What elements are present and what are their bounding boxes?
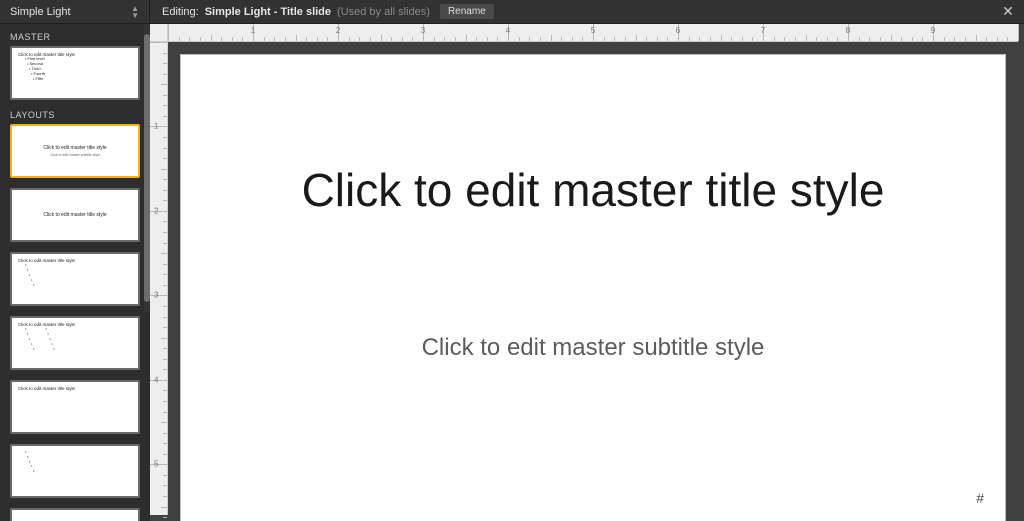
master-editor-topbar: Simple Light ▲▼ Editing: Simple Light - … (0, 0, 1024, 24)
ruler-h-number: 7 (761, 26, 765, 35)
thumb-levels: ••••• (42, 327, 54, 351)
ruler-horizontal[interactable]: 1 2 3 4 5 6 7 8 9 (168, 24, 1018, 42)
ruler-h-number: 5 (591, 26, 595, 35)
layouts-panel[interactable]: MASTER Click to edit master title style … (0, 24, 150, 521)
slide-canvas: 1 2 3 4 5 6 7 8 9 1 2 3 4 5 Click to edit master tit… (150, 24, 1024, 521)
ruler-h-number: 2 (336, 26, 340, 35)
layouts-section-label: LAYOUTS (10, 110, 140, 120)
thumb-levels: ••••• (22, 327, 34, 351)
editing-label: Editing: (162, 6, 199, 18)
layout-thumb[interactable]: Click to edit master title style (10, 380, 140, 434)
ruler-v-number: 3 (154, 291, 158, 300)
slide-stage[interactable]: Click to edit master title style Click t… (168, 42, 1018, 515)
master-slide[interactable]: Click to edit master title style Click t… (180, 54, 1006, 521)
layout-thumb[interactable]: Click to edit master title style••••••••… (10, 316, 140, 370)
theme-selector[interactable]: Simple Light ▲▼ (0, 0, 150, 23)
layout-thumb[interactable]: ••••• (10, 444, 140, 498)
subtitle-placeholder[interactable]: Click to edit master subtitle style (180, 334, 1006, 362)
master-section-label: MASTER (10, 32, 140, 42)
page-number-placeholder[interactable]: # (976, 490, 984, 506)
ruler-corner (150, 24, 168, 42)
editing-target: Simple Light - Title slide (205, 6, 331, 18)
layout-thumb[interactable]: Click to edit master (10, 508, 140, 521)
theme-name-label: Simple Light (10, 6, 71, 18)
close-button[interactable]: ✕ (992, 3, 1024, 20)
ruler-h-number: 4 (506, 26, 510, 35)
thumb-title: Click to edit master title style (43, 212, 106, 218)
ruler-h-number: 9 (931, 26, 935, 35)
layout-thumb[interactable]: Click to edit master title style (10, 188, 140, 242)
layout-thumb[interactable]: Click to edit master title style••••• (10, 252, 140, 306)
master-thumb-levels: • First level • Second • Third • Fourth … (22, 57, 132, 81)
updown-icon: ▲▼ (131, 5, 139, 19)
ruler-h-number: 1 (251, 26, 255, 35)
thumb-title: Click to edit master title style (18, 386, 132, 391)
ruler-v-number: 2 (154, 206, 158, 215)
thumb-levels: ••••• (22, 263, 132, 287)
close-icon: ✕ (1002, 3, 1014, 19)
ruler-v-number: 4 (154, 375, 158, 384)
main-area: MASTER Click to edit master title style … (0, 24, 1024, 521)
ruler-vertical[interactable]: 1 2 3 4 5 (150, 42, 168, 515)
thumb-subtitle: Click to edit master subtitle style (50, 153, 100, 157)
ruler-h-number: 6 (676, 26, 680, 35)
title-placeholder[interactable]: Click to edit master title style (180, 164, 1006, 217)
ruler-h-number: 3 (421, 26, 425, 35)
ruler-v-number: 1 (154, 122, 158, 131)
ruler-v-number: 5 (154, 460, 158, 469)
ruler-h-number: 8 (846, 26, 850, 35)
thumb-levels: ••••• (22, 450, 132, 474)
rename-button[interactable]: Rename (440, 4, 494, 19)
editing-breadcrumb: Editing: Simple Light - Title slide (Use… (150, 4, 992, 19)
layout-thumb[interactable]: Click to edit master title style Click to… (10, 124, 140, 178)
master-thumb[interactable]: Click to edit master title style • First… (10, 46, 140, 100)
thumb-title: Click to edit master title style (43, 145, 106, 151)
used-by-label: (Used by all slides) (337, 6, 430, 18)
